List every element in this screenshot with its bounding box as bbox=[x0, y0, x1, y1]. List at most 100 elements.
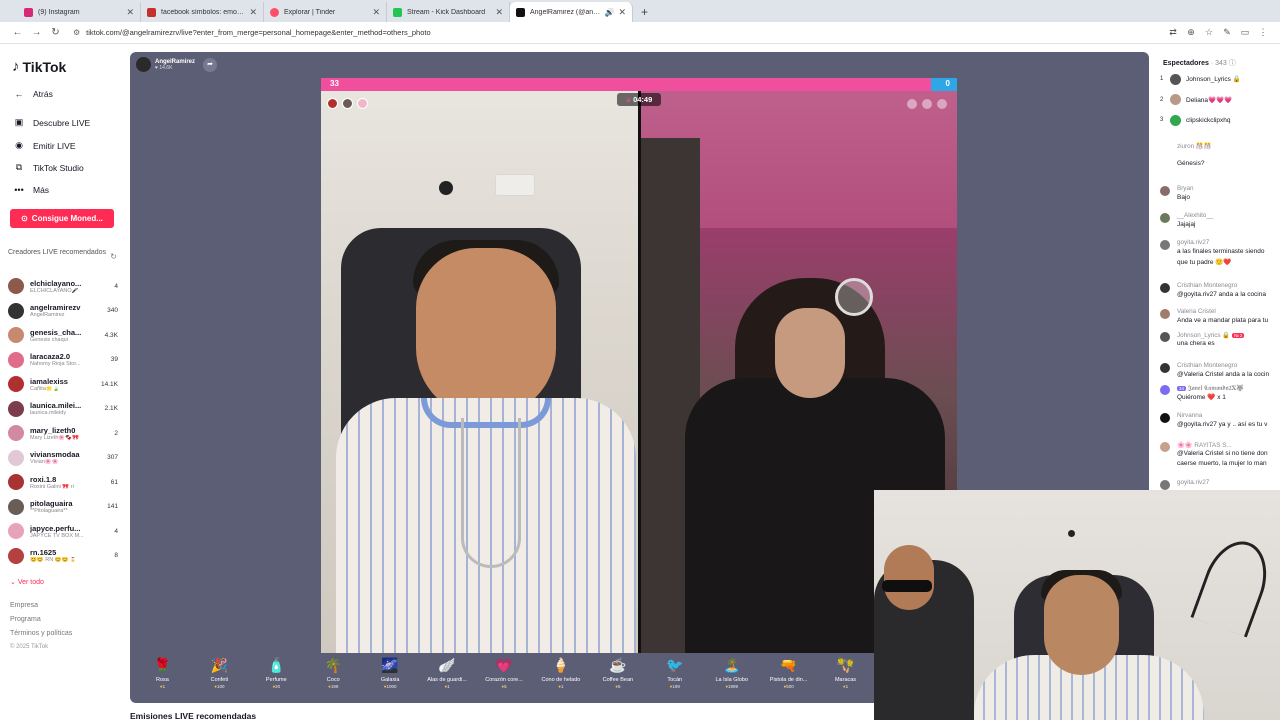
chat-avatar[interactable] bbox=[1160, 143, 1170, 153]
footer-link-programa[interactable]: Programa bbox=[10, 616, 41, 623]
creator-item[interactable]: angelramirezv AngelRamirez 340 bbox=[8, 299, 118, 323]
get-coins-button[interactable]: ⊙ Consigue Moned... bbox=[10, 209, 114, 228]
chat-username[interactable]: Johnson_Lyrics 🔒 bbox=[1177, 332, 1230, 339]
creator-item[interactable]: japyce.perfu... JAPYCE TV BOX M... 4 bbox=[8, 519, 118, 543]
chat-avatar[interactable] bbox=[1160, 363, 1170, 373]
gift-item[interactable]: 🏝️ La Isla Globo ●1999 bbox=[703, 655, 760, 701]
viewers-header[interactable]: Espectadores · 343 ⓘ bbox=[1163, 58, 1236, 68]
back-link[interactable]: ← Atrás bbox=[12, 89, 53, 99]
chat-avatar[interactable] bbox=[1160, 309, 1170, 319]
extension-icon[interactable]: ✎ bbox=[1218, 27, 1236, 38]
creator-avatar[interactable] bbox=[8, 302, 24, 319]
browser-tab-tiktok[interactable]: AngelRamirez (@angelramirez 🔊 ✕ bbox=[510, 2, 633, 22]
gift-item[interactable]: 💗 Corazón core... ●5 bbox=[476, 655, 533, 701]
back-arrow-icon[interactable]: ← bbox=[8, 27, 27, 38]
creator-avatar[interactable] bbox=[8, 376, 24, 392]
browser-tab-kick[interactable]: Stream - Kick Dashboard ✕ bbox=[387, 2, 510, 22]
forward-arrow-icon[interactable]: → bbox=[27, 27, 46, 38]
creator-item[interactable]: iamalexiss Cañita🌟🍃 14.1K bbox=[8, 372, 118, 396]
close-tab-icon[interactable]: ✕ bbox=[372, 7, 380, 18]
browser-tab-instagram[interactable]: (9) Instagram ✕ bbox=[18, 2, 141, 22]
right-supporters[interactable] bbox=[902, 99, 947, 109]
viewer-avatar[interactable] bbox=[1170, 73, 1181, 85]
live-video[interactable]: 33 0 ⚔ 04:49 bbox=[321, 78, 957, 653]
supporter-avatar[interactable] bbox=[327, 98, 338, 109]
creator-item[interactable]: viviansmodaa Vivian🌸🌸 307 bbox=[8, 446, 118, 470]
gift-item[interactable]: 🍦 Cono de helado ●1 bbox=[532, 655, 589, 701]
chat-username[interactable]: Cristhian Montenegro bbox=[1177, 282, 1237, 289]
new-tab-button[interactable]: + bbox=[641, 2, 648, 22]
creator-item[interactable]: laracaza2.0 Nahomy Rioja Stor... 39 bbox=[8, 348, 118, 372]
creator-avatar[interactable] bbox=[8, 449, 24, 466]
top-viewer[interactable]: 1 Johnson_Lyrics 🔒 bbox=[1160, 71, 1280, 87]
chat-avatar[interactable] bbox=[1160, 480, 1170, 490]
creator-item[interactable]: mary_lizeth0 Mary Lizeth🌸🍫🎀 2 bbox=[8, 421, 118, 445]
chat-username[interactable]: Nirvanna bbox=[1177, 412, 1202, 419]
creator-item[interactable]: elchiclayano... ELCHICLAYANO🎤 4 bbox=[8, 274, 118, 298]
chat-avatar[interactable] bbox=[1160, 332, 1170, 342]
creator-avatar[interactable] bbox=[8, 327, 24, 343]
browser-tab-tinder[interactable]: Explorar | Tinder ✕ bbox=[264, 2, 387, 22]
top-viewer[interactable]: 2 Deliana💗💗💗 bbox=[1160, 92, 1280, 108]
creator-avatar[interactable] bbox=[8, 425, 24, 441]
chat-username[interactable]: goyita.riv27 bbox=[1177, 479, 1209, 486]
creator-item[interactable]: rn.1625 😊😊 RN 😊😊 🎖️ 8 bbox=[8, 544, 118, 568]
bookmark-star-icon[interactable]: ☆ bbox=[1200, 27, 1218, 38]
url-field[interactable]: ⚙ tiktok.com/@angelramirezrv/live?enter_… bbox=[73, 28, 1164, 37]
gift-item[interactable]: 🐦 Tocán ●199 bbox=[646, 655, 703, 701]
site-info-icon[interactable]: ⚙ bbox=[73, 28, 80, 37]
host-info[interactable]: AngelRamirez ♥ 14.6K ➦ bbox=[136, 57, 218, 72]
gift-item[interactable]: 🪇 Maracas ●1 bbox=[817, 655, 874, 701]
nav-descubre-live[interactable]: ▣ Descubre LIVE bbox=[12, 117, 90, 128]
creator-item[interactable]: genesis_cha... Genesis chaqui 4.3K bbox=[8, 323, 118, 347]
gift-item[interactable]: 🪽 Alas de guardi... ●1 bbox=[419, 655, 476, 701]
gift-item[interactable]: 🌴 Coco ●199 bbox=[305, 655, 362, 701]
creator-avatar[interactable] bbox=[8, 351, 24, 368]
creator-avatar[interactable] bbox=[8, 498, 24, 515]
browser-tab-facebook-symbols[interactable]: facebook símbolos: emoticons ✕ bbox=[141, 2, 264, 22]
footer-link-empresa[interactable]: Empresa bbox=[10, 602, 38, 609]
chat-username[interactable]: goyita.riv27 bbox=[1177, 239, 1209, 246]
creator-item[interactable]: roxi.1.8 Roxini Galini 🎀 ri 61 bbox=[8, 470, 118, 494]
chat-username[interactable]: Cristhian Montenegro bbox=[1177, 362, 1237, 369]
chat-username[interactable]: Valeria Cristel bbox=[1177, 308, 1216, 315]
chat-avatar[interactable] bbox=[1160, 442, 1170, 452]
creator-avatar[interactable] bbox=[8, 278, 24, 294]
chat-username[interactable]: 𝕵𝖆𝖓𝖊𝖑 𝕮𝖆𝖒𝖆𝖓𝖉𝖔𝟐𝐗🐺 bbox=[1188, 385, 1244, 392]
chat-username[interactable]: 🌸🌸 RAYITAS S... bbox=[1177, 442, 1232, 449]
close-tab-icon[interactable]: ✕ bbox=[495, 7, 503, 18]
chat-avatar[interactable] bbox=[1160, 213, 1170, 223]
menu-icon[interactable]: ⋮ bbox=[1254, 27, 1272, 38]
viewer-avatar[interactable] bbox=[1170, 114, 1181, 126]
creator-avatar[interactable] bbox=[8, 547, 24, 564]
close-tab-icon[interactable]: ✕ bbox=[618, 7, 626, 18]
chat-username[interactable]: Bryan bbox=[1177, 185, 1193, 192]
gift-item[interactable]: 🌌 Galaxia ●1000 bbox=[362, 655, 419, 701]
chat-username[interactable]: ziuron 🎊🎊 bbox=[1177, 143, 1212, 150]
creator-avatar[interactable] bbox=[8, 474, 24, 490]
top-viewer[interactable]: 3 clipskickclipxhq bbox=[1160, 112, 1280, 128]
translate-icon[interactable]: ⇄ bbox=[1164, 27, 1182, 38]
supporter-avatar[interactable] bbox=[342, 98, 353, 109]
gift-item[interactable]: 🎉 Confeti ●100 bbox=[191, 655, 248, 701]
nav-mas[interactable]: ••• Más bbox=[12, 185, 49, 195]
speaker-icon[interactable]: 🔊 bbox=[604, 8, 614, 17]
see-all-link[interactable]: ⌄ Ver todo bbox=[10, 578, 44, 586]
share-icon[interactable]: ➦ bbox=[203, 57, 218, 72]
chat-avatar[interactable] bbox=[1160, 283, 1170, 293]
refresh-icon[interactable]: ↻ bbox=[110, 251, 117, 262]
host-avatar[interactable] bbox=[136, 57, 151, 72]
creator-item[interactable]: pitolaguaira **Pitolaguaira** 141 bbox=[8, 495, 118, 519]
chat-avatar[interactable] bbox=[1160, 240, 1170, 250]
supporter-avatar[interactable] bbox=[357, 98, 368, 109]
viewer-avatar[interactable] bbox=[1170, 94, 1181, 105]
gift-item[interactable]: 🧴 Perfume ●20 bbox=[248, 655, 305, 701]
chat-avatar[interactable] bbox=[1160, 385, 1170, 395]
reload-icon[interactable]: ↻ bbox=[46, 27, 65, 38]
gift-item[interactable]: ☕ Coffee Bean ●5 bbox=[589, 655, 646, 701]
chat-avatar[interactable] bbox=[1160, 186, 1170, 196]
creator-item[interactable]: launica.milei... launica.mileidy 2.1K bbox=[8, 397, 118, 421]
nav-emitir-live[interactable]: ◉ Emitir LIVE bbox=[12, 140, 75, 151]
nav-tiktok-studio[interactable]: ⧉ TikTok Studio bbox=[12, 162, 84, 173]
creator-avatar[interactable] bbox=[8, 523, 24, 539]
